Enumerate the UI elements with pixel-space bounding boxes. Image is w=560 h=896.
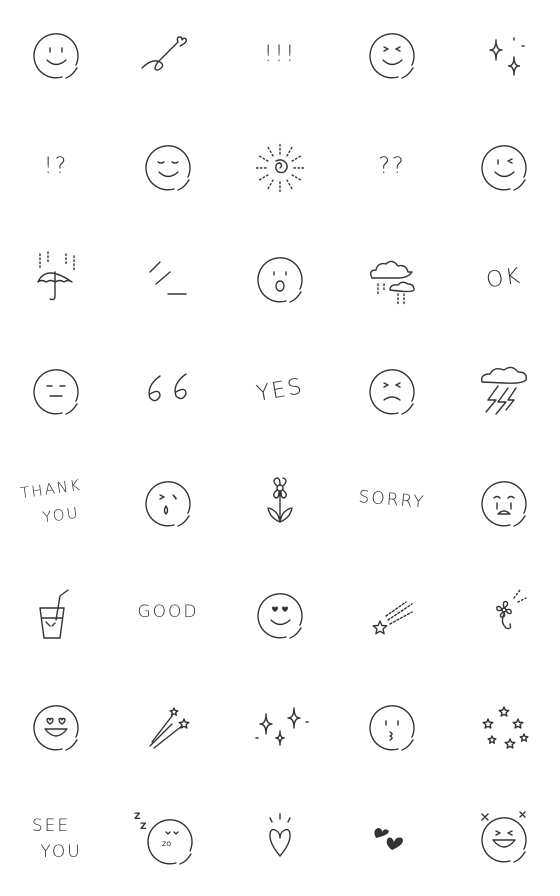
sticker-drink-icon[interactable] (0, 560, 112, 672)
flower-icon (267, 477, 293, 523)
sticker-squint-smile-face-icon[interactable] (336, 0, 448, 112)
quote-66-icon (148, 373, 187, 402)
sticker-crying-face-icon[interactable] (448, 448, 560, 560)
flat-face-icon (33, 369, 79, 415)
sticker-sleeping-face-icon[interactable]: zo Z Z (112, 784, 224, 896)
black-hearts-icon (374, 828, 403, 850)
sticker-text[interactable]: ?? (336, 112, 448, 224)
sticker-quote-66-icon[interactable] (112, 336, 224, 448)
crying-face-icon (481, 481, 527, 527)
svg-text:zo: zo (162, 839, 171, 848)
sleeping-face-icon: zo (147, 819, 193, 865)
sticker-frown-squint-face-icon[interactable] (336, 336, 448, 448)
sleep-z: Z (140, 822, 149, 832)
sticker-label: YOU (41, 503, 81, 527)
umbrella-rain-icon (37, 251, 75, 301)
kiss-face-icon (369, 705, 415, 751)
wink-tear-face-icon (145, 481, 191, 527)
sticker-shooting-star-icon[interactable] (336, 560, 448, 672)
heart-eyes-face-icon (257, 593, 303, 639)
sticker-text[interactable]: THANK YOU (0, 448, 112, 560)
sticker-sparkles-icon[interactable] (448, 0, 560, 112)
sticker-text[interactable]: OK (448, 224, 560, 336)
sticker-heart-icon[interactable] (224, 784, 336, 896)
sticker-grin-sparkle-face-icon[interactable] (448, 784, 560, 896)
sticker-label: OK (484, 263, 524, 294)
sticker-rain-clouds-icon[interactable] (336, 224, 448, 336)
sleep-z: Z (134, 812, 143, 822)
heart-swirl-icon (141, 36, 188, 71)
sticker-flower-icon[interactable] (224, 448, 336, 560)
sticker-text[interactable]: !!! (224, 0, 336, 112)
frown-squint-face-icon (369, 369, 415, 415)
sticker-umbrella-rain-icon[interactable] (0, 224, 112, 336)
sticker-text[interactable]: SORRY (336, 448, 448, 560)
sticker-smile-face-icon[interactable] (0, 0, 112, 112)
heart-icon (269, 813, 291, 857)
wink-face-icon (481, 145, 527, 191)
sticker-label: ?? (378, 154, 406, 179)
sticker-heart-eyes-grin-face-icon[interactable] (0, 672, 112, 784)
sticker-kiss-face-icon[interactable] (336, 672, 448, 784)
sticker-label: !!! (263, 42, 297, 67)
sticker-surprised-face-icon[interactable] (224, 224, 336, 336)
sticker-heart-swirl-icon[interactable] (112, 0, 224, 112)
sticker-text[interactable]: YES (224, 336, 336, 448)
sun-spiral-icon (253, 141, 307, 195)
sticker-content-face-icon[interactable] (112, 112, 224, 224)
sticker-label: SEE (31, 816, 71, 836)
rain-clouds-icon (369, 260, 415, 307)
sticker-heart-eyes-face-icon[interactable] (224, 560, 336, 672)
heart-eyes-grin-face-icon (33, 705, 79, 751)
shooting-star-icon (372, 601, 413, 635)
stars-cluster-icon (482, 706, 529, 749)
drink-icon (39, 589, 69, 639)
squint-smile-face-icon (369, 33, 415, 79)
sticker-shooting-stars-icon[interactable] (112, 672, 224, 784)
sticker-wink-tear-face-icon[interactable] (112, 448, 224, 560)
sticker-small-flower-icon[interactable] (448, 560, 560, 672)
sticker-dash-lines-icon[interactable] (112, 224, 224, 336)
sticker-flat-face-icon[interactable] (0, 336, 112, 448)
emoji-grid: !!!!??? OK YES THANK YOU SORRY GOOD SEE YOU zo Z Z (0, 0, 560, 896)
sticker-text[interactable]: SEE YOU (0, 784, 112, 896)
small-flower-icon (496, 589, 527, 630)
sticker-label: THANK (19, 475, 83, 503)
sticker-wink-face-icon[interactable] (448, 112, 560, 224)
sticker-label: !? (43, 154, 69, 179)
triple-sparkles-icon (255, 707, 309, 746)
sticker-sun-spiral-icon[interactable] (224, 112, 336, 224)
sticker-text[interactable]: GOOD (112, 560, 224, 672)
sticker-stars-cluster-icon[interactable] (448, 672, 560, 784)
sticker-label: GOOD (137, 602, 199, 622)
dash-lines-icon (149, 261, 187, 295)
shooting-stars-icon (149, 707, 190, 749)
sticker-label: YOU (40, 842, 82, 862)
sticker-black-hearts-icon[interactable] (336, 784, 448, 896)
content-face-icon (145, 145, 191, 191)
sparkles-icon (489, 37, 525, 76)
grin-sparkle-face-icon (481, 811, 527, 863)
sticker-text[interactable]: !? (0, 112, 112, 224)
sticker-label: SORRY (357, 487, 427, 513)
sticker-storm-cloud-icon[interactable] (448, 336, 560, 448)
surprised-face-icon (257, 257, 303, 303)
storm-cloud-icon (480, 366, 528, 415)
sticker-label: YES (254, 374, 306, 407)
sticker-triple-sparkles-icon[interactable] (224, 672, 336, 784)
smile-face-icon (33, 33, 79, 79)
